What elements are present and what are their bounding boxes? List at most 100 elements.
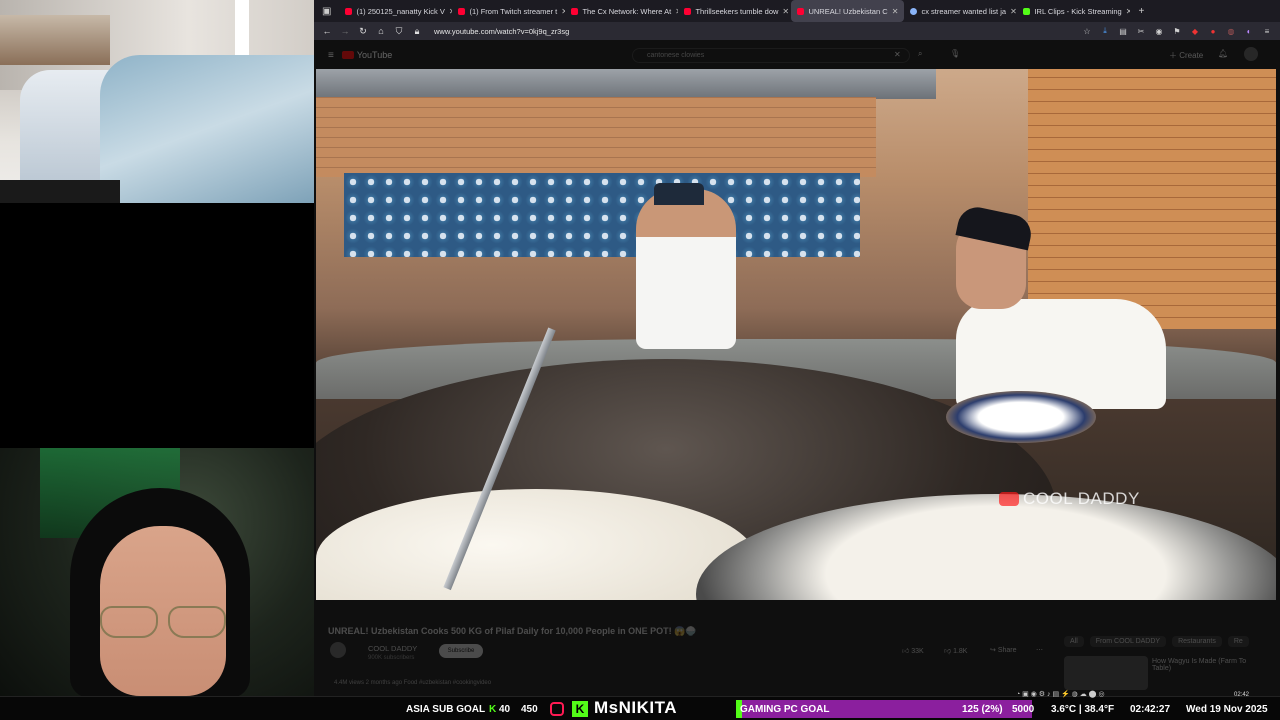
tab[interactable]: The Cx Network: Where At✕ bbox=[565, 0, 678, 22]
system-tray-icons: ◔ ▣ ◉ ⚙ ♪ ▤ ⚡ ◍ ☁ ⬤ ◎ bbox=[1016, 691, 1105, 698]
search-input[interactable]: cantonese clowies bbox=[632, 48, 910, 63]
lock-icon: 🔒︎ bbox=[414, 25, 420, 36]
cook-left bbox=[636, 183, 736, 349]
cook-shirt bbox=[956, 299, 1166, 409]
glasses-lens-right bbox=[168, 606, 226, 638]
menu-icon[interactable]: ≡ bbox=[1262, 27, 1272, 36]
recommended-video-title[interactable]: How Wagyu Is Made (Farm To Table) bbox=[1152, 658, 1252, 672]
floor bbox=[0, 180, 120, 203]
kitchen-hood bbox=[316, 69, 936, 99]
recommendation-chips: All From COOL DADDY Restaurants Re bbox=[1064, 636, 1249, 647]
channel-avatar[interactable] bbox=[330, 642, 346, 658]
youtube-play-icon bbox=[341, 51, 354, 59]
youtube-icon bbox=[571, 7, 579, 15]
tab-list-icon[interactable]: ▣ bbox=[314, 6, 339, 17]
clock-time: 02:42:27 bbox=[1130, 704, 1171, 715]
subscribe-button[interactable]: Subscribe bbox=[439, 644, 483, 658]
pc-goal-label: GAMING PC GOAL bbox=[740, 704, 830, 715]
tab-label: cx streamer wanted list ja bbox=[921, 6, 1007, 16]
plate-of-salt bbox=[946, 391, 1096, 443]
instagram-icon bbox=[550, 702, 564, 716]
bedroom-camera-feed bbox=[0, 0, 314, 203]
youtube-icon bbox=[797, 7, 805, 15]
chip[interactable]: Restaurants bbox=[1172, 636, 1222, 647]
shelf bbox=[0, 15, 110, 65]
close-tab-icon[interactable]: ✕ bbox=[892, 7, 899, 16]
pc-goal-target: 5000 bbox=[1012, 704, 1035, 715]
extension-icon[interactable]: ▤ bbox=[1118, 27, 1128, 36]
kick-logo-icon: K bbox=[572, 701, 588, 717]
like-button[interactable]: 👍︎ 33K bbox=[902, 646, 924, 655]
browser-window: ▣ (1) 250125_nanatty Kick V ✕ (1) From Tw… bbox=[314, 0, 1280, 696]
youtube-icon bbox=[458, 7, 466, 15]
chip[interactable]: All bbox=[1064, 636, 1084, 647]
bookmark-star-icon[interactable]: ☆ bbox=[1082, 27, 1092, 36]
extension-icon[interactable]: ◉ bbox=[1154, 27, 1164, 36]
more-actions-icon[interactable]: ⋯ bbox=[1036, 646, 1043, 654]
shield-icon[interactable]: ⛉ bbox=[394, 26, 404, 37]
extension-icon[interactable]: ◐ bbox=[1244, 27, 1254, 36]
create-button[interactable]: ＋ Create bbox=[1169, 50, 1203, 61]
tab-label: UNREAL! Uzbekistan C bbox=[808, 6, 888, 16]
home-icon[interactable]: ⌂ bbox=[376, 26, 386, 36]
blanket bbox=[100, 55, 314, 203]
cook-cap bbox=[654, 183, 704, 205]
forward-icon[interactable]: → bbox=[340, 26, 350, 36]
youtube-icon bbox=[684, 7, 692, 15]
tab[interactable]: Thrillseekers tumble dow ✕ bbox=[678, 0, 791, 22]
tab[interactable]: (1) 250125_nanatty Kick V ✕ bbox=[339, 0, 452, 22]
youtube-logo-text: YouTube bbox=[356, 50, 393, 60]
avatar[interactable] bbox=[1244, 47, 1258, 61]
pc-goal-progress: 125 (2%) bbox=[962, 704, 1003, 715]
tab[interactable]: (1) From Twitch streamer t ✕ bbox=[452, 0, 565, 22]
extension-icon[interactable]: ● bbox=[1208, 27, 1218, 36]
extension-icon[interactable]: ✂ bbox=[1136, 27, 1146, 36]
dislike-button[interactable]: 👎︎ 1.8K bbox=[944, 646, 967, 655]
video-info: UNREAL! Uzbekistan Cooks 500 KG of Pilaf… bbox=[314, 600, 1280, 696]
search-icon[interactable]: ⌕ bbox=[918, 49, 922, 59]
mosaic-tiles bbox=[344, 173, 860, 257]
reload-icon[interactable]: ↻ bbox=[358, 26, 368, 37]
close-tab-icon[interactable]: ✕ bbox=[1010, 7, 1017, 16]
kick-icon bbox=[1023, 7, 1031, 15]
google-icon bbox=[910, 7, 918, 15]
back-icon[interactable]: ← bbox=[322, 26, 332, 36]
youtube-logo[interactable]: YouTube bbox=[341, 50, 393, 60]
youtube-page: ≡ YouTube cantonese clowies ✕ ⌕ 🎙︎ ＋ Cre… bbox=[314, 40, 1280, 696]
dislike-label: 1.8K bbox=[953, 648, 968, 655]
glasses-lens-left bbox=[100, 606, 158, 638]
share-label: Share bbox=[997, 647, 1017, 654]
tab-label: Thrillseekers tumble dow bbox=[695, 6, 779, 16]
hamburger-menu-icon[interactable]: ≡ bbox=[328, 50, 334, 61]
channel-watermark: COOL DADDY bbox=[999, 489, 1140, 509]
microphone-icon[interactable]: 🎙︎ bbox=[950, 49, 960, 58]
empty-panel bbox=[0, 203, 314, 448]
chip[interactable]: Re bbox=[1227, 636, 1249, 647]
views-and-date: 4.4M views 2 months ago Food #uzbekistan… bbox=[334, 680, 492, 686]
tab[interactable]: cx streamer wanted list ja ✕ bbox=[904, 0, 1017, 22]
video-player[interactable]: COOL DADDY bbox=[316, 69, 1276, 600]
face-camera-feed bbox=[0, 448, 314, 696]
extension-icon[interactable]: ◆ bbox=[1190, 27, 1200, 36]
recommended-video-thumbnail[interactable] bbox=[1064, 656, 1148, 690]
streamer-name: MsNIKITA bbox=[594, 698, 678, 717]
channel-name[interactable]: COOL DADDY bbox=[368, 644, 417, 653]
new-tab-button[interactable]: + bbox=[1130, 6, 1152, 17]
like-count: 33K bbox=[911, 648, 924, 655]
address-bar[interactable]: www.youtube.com/watch?v=0kj9q_zr3sg bbox=[434, 27, 1074, 36]
tab-active[interactable]: UNREAL! Uzbekistan C ✕ bbox=[791, 0, 905, 22]
extension-icon[interactable]: ◍ bbox=[1226, 27, 1236, 36]
navigation-bar: ← → ↻ ⌂ ⛉ 🔒︎ www.youtube.com/watch?v=0kj… bbox=[314, 22, 1280, 40]
brick-wall bbox=[316, 97, 876, 177]
clear-search-icon[interactable]: ✕ bbox=[894, 50, 901, 59]
sub-goal-label: ASIA SUB GOAL bbox=[406, 704, 486, 715]
notifications-icon[interactable]: 🔔︎ bbox=[1218, 49, 1228, 58]
chip[interactable]: From COOL DADDY bbox=[1089, 636, 1167, 647]
tab-label: (1) From Twitch streamer t bbox=[469, 6, 558, 16]
download-icon[interactable]: ⤓ bbox=[1100, 26, 1110, 36]
tab[interactable]: IRL Clips - Kick Streaming ✕ bbox=[1017, 0, 1130, 22]
close-tab-icon[interactable]: ✕ bbox=[782, 7, 789, 16]
share-button[interactable]: ↪ Share bbox=[990, 646, 1017, 654]
extension-icon[interactable]: ⚑ bbox=[1172, 27, 1182, 36]
watermark-text: COOL DADDY bbox=[1023, 489, 1140, 508]
